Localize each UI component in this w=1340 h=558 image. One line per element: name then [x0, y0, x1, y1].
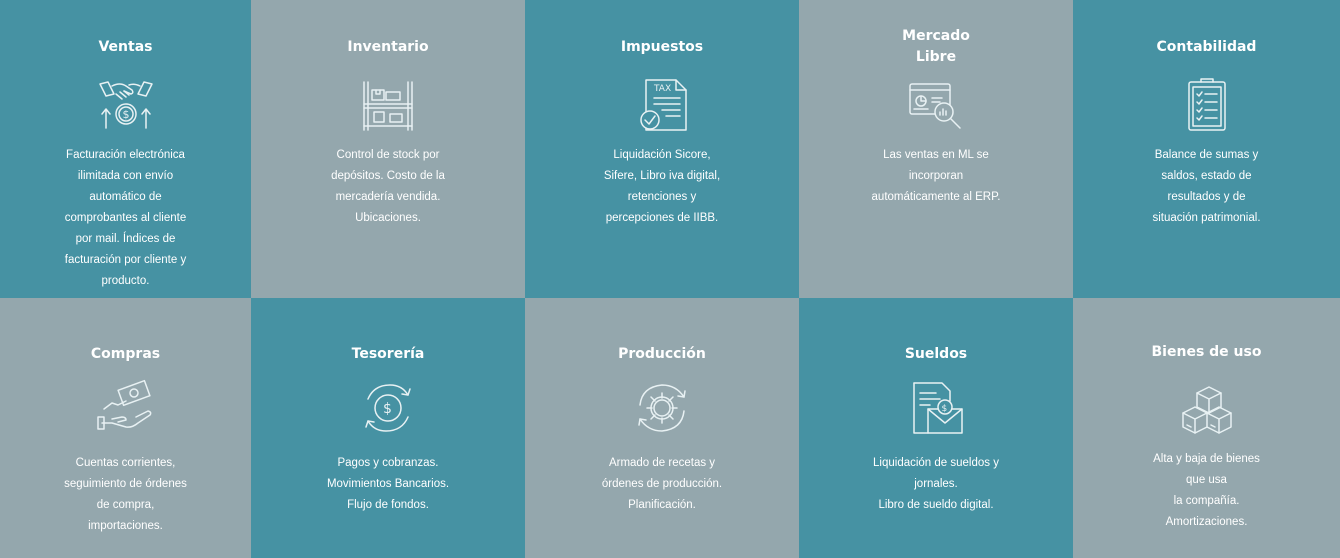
tax-label: TAX [653, 84, 671, 94]
dashboard-magnifier-icon [906, 76, 966, 134]
module-title: Contabilidad [1156, 39, 1257, 55]
module-title: Impuestos [620, 39, 704, 55]
module-card-mercado-libre: Mercado Libre Las ventas en ML se incorp… [799, 0, 1073, 298]
handshake-coin-icon: $ [96, 76, 156, 134]
module-description: Alta y baja de bienes que usa la compañí… [1153, 453, 1260, 528]
module-description: Control de stock por depósitos. Costo de… [331, 149, 445, 224]
module-title: Bienes de uso [1151, 344, 1262, 360]
module-title: Mercado Libre [902, 28, 970, 65]
svg-text:$: $ [383, 401, 392, 417]
module-card-bienes-de-uso: Bienes de uso Alta y baja de bienes que … [1073, 298, 1340, 558]
module-description: Cuentas corrientes, seguimiento de órden… [64, 457, 187, 532]
module-description: Las ventas en ML se incorporan automátic… [871, 149, 1001, 203]
module-card-impuestos: Impuestos TAX Liquidación Sicore, Sifere… [525, 0, 799, 298]
module-title: Sueldos [904, 346, 968, 362]
module-card-ventas: Ventas $ Facturación electrónica ilimita… [0, 0, 251, 298]
module-card-produccion: Producción Armado de recetas y órdenes d… [525, 298, 799, 558]
module-description: Facturación electrónica ilimitada con en… [64, 149, 187, 287]
module-title: Producción [618, 346, 706, 362]
module-description: Liquidación de sueldos y jornales. Libro… [873, 457, 999, 511]
svg-text:$: $ [942, 404, 948, 414]
module-card-sueldos: Sueldos $ Liquidación de sueldos y jorna… [799, 298, 1073, 558]
module-card-contabilidad: Contabilidad Balance de sumas y saldos, … [1073, 0, 1340, 298]
module-description: Liquidación Sicore, Sifere, Libro iva di… [603, 149, 721, 224]
module-description: Armado de recetas y órdenes de producció… [601, 457, 723, 511]
modules-grid: Ventas $ Facturación electrónica ilimita… [0, 0, 1340, 558]
gear-cycle-icon [632, 379, 692, 437]
module-card-compras: Compras Cuentas corrientes, seguimiento … [0, 298, 251, 558]
warehouse-shelf-icon [358, 76, 418, 134]
module-description: Balance de sumas y saldos, estado de res… [1152, 149, 1261, 224]
module-title: Compras [90, 346, 161, 362]
module-card-tesoreria: Tesorería $ Pagos y cobranzas. Movimient… [251, 298, 525, 558]
clipboard-checklist-icon [1177, 76, 1237, 134]
tax-document-icon: TAX [632, 76, 692, 134]
hand-money-icon [96, 379, 156, 437]
module-description: Pagos y cobranzas. Movimientos Bancarios… [326, 457, 450, 511]
module-title: Ventas [98, 39, 153, 55]
stacked-boxes-icon [1177, 379, 1237, 437]
module-title: Tesorería [351, 346, 425, 362]
dollar-cycle-icon: $ [358, 379, 418, 437]
payroll-envelope-icon: $ [906, 379, 966, 437]
svg-text:$: $ [122, 108, 129, 121]
module-title: Inventario [347, 39, 429, 55]
module-card-inventario: Inventario Control de stock por depósito… [251, 0, 525, 298]
